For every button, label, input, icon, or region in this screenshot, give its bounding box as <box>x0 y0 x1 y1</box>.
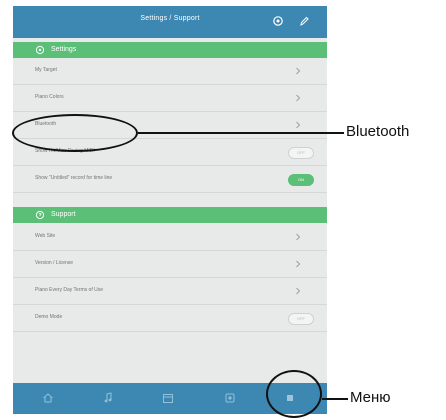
toggle-switch[interactable]: ON <box>288 174 314 186</box>
calendar-icon[interactable] <box>161 391 175 405</box>
home-icon[interactable] <box>41 391 55 405</box>
row-label: Piano Colors <box>35 94 64 100</box>
section-title: Settings <box>51 46 77 53</box>
row-label: My Target <box>35 67 57 73</box>
bluetooth-callout-label: Bluetooth <box>346 123 410 140</box>
section-support: Support <box>13 207 327 223</box>
music-note-icon[interactable] <box>101 391 115 405</box>
toggle-switch[interactable]: OFF <box>288 313 314 325</box>
section-title: Support <box>51 211 76 218</box>
row-demo-mode: Demo Mode OFF <box>13 305 327 332</box>
row-my-target[interactable]: My Target <box>13 58 327 85</box>
toggle-switch[interactable]: OFF <box>288 147 314 159</box>
row-label: Web Site <box>35 233 56 239</box>
row-label: Version / License <box>35 260 74 266</box>
header-bar: Settings / Support <box>13 6 327 38</box>
row-version-license[interactable]: Version / License <box>13 251 327 278</box>
chevron-right-icon <box>296 67 301 75</box>
bluetooth-highlight-ring <box>12 114 138 152</box>
menu-highlight-ring <box>266 370 322 418</box>
row-piano-colors[interactable]: Piano Colors <box>13 85 327 112</box>
edit-icon[interactable] <box>298 15 310 27</box>
settings-icon <box>35 45 45 55</box>
chevron-right-icon <box>296 121 301 129</box>
row-terms-of-use[interactable]: Piano Every Day Terms of Use <box>13 278 327 305</box>
row-label: Piano Every Day Terms of Use <box>35 287 103 293</box>
chevron-right-icon <box>296 260 301 268</box>
chevron-right-icon <box>296 94 301 102</box>
bluetooth-callout-line <box>138 132 344 134</box>
row-web-site[interactable]: Web Site <box>13 224 327 251</box>
section-settings: Settings <box>13 42 327 58</box>
chevron-right-icon <box>296 287 301 295</box>
row-label: Show "Untitled" record for time line <box>35 175 113 181</box>
support-icon <box>35 210 45 220</box>
app-screen: Settings / Support Settings My Target Pi… <box>13 6 327 414</box>
row-label: Demo Mode <box>35 314 63 320</box>
chevron-right-icon <box>296 233 301 241</box>
menu-callout-label: Меню <box>350 389 391 406</box>
record-icon[interactable] <box>223 391 237 405</box>
menu-callout-line <box>322 398 348 400</box>
settings-icon[interactable] <box>272 15 284 27</box>
row-show-untitled-record: Show "Untitled" record for time line ON <box>13 166 327 193</box>
